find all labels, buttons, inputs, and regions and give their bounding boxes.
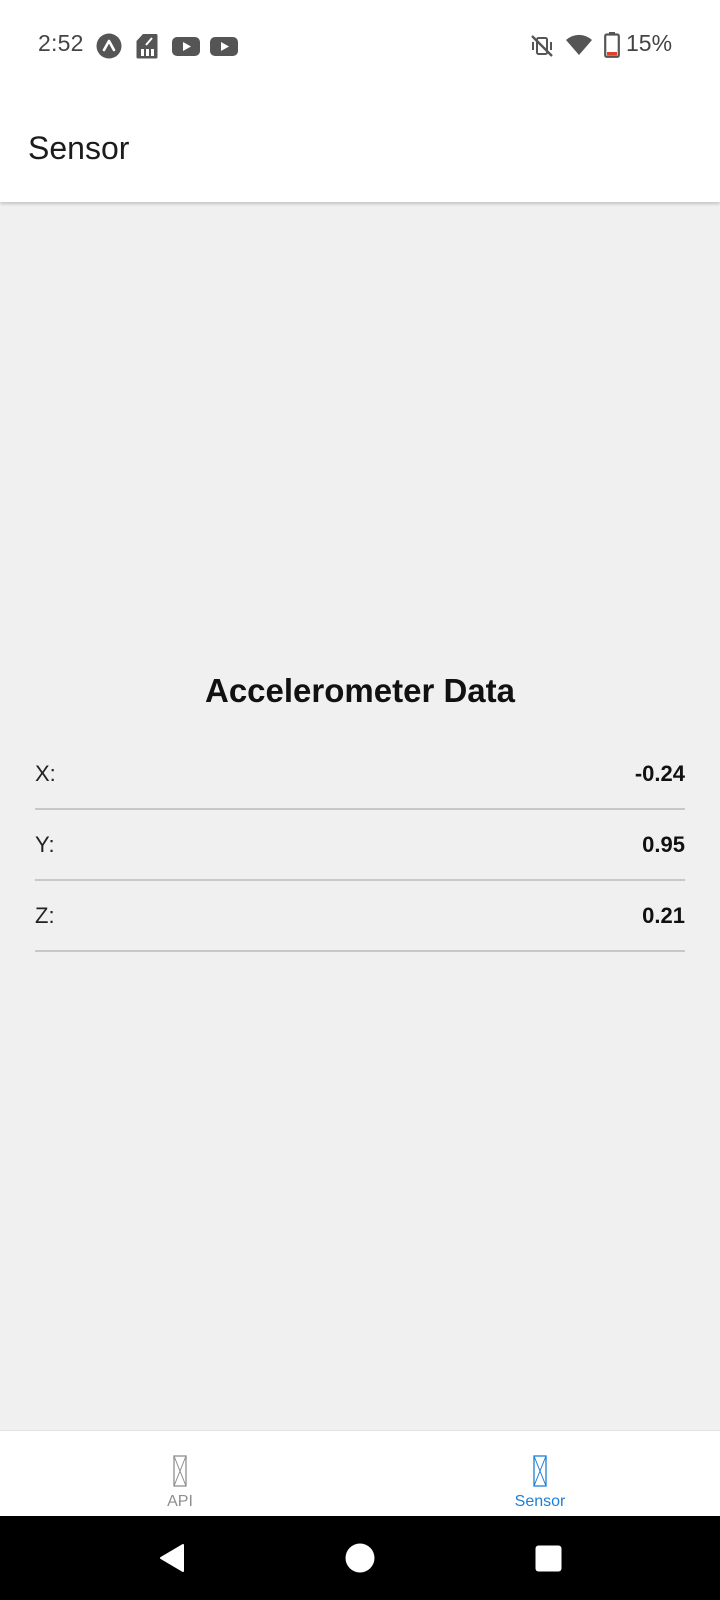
bottom-tab-bar: API Sensor <box>0 1430 720 1516</box>
tab-label-sensor: Sensor <box>514 1493 566 1510</box>
tab-api[interactable]: API <box>0 1431 360 1517</box>
row-value: -0.24 <box>634 761 685 786</box>
battery-low-icon <box>604 32 620 58</box>
sd-card-icon <box>136 34 158 59</box>
home-icon <box>345 1543 375 1573</box>
status-bar: 2:52 15% <box>0 0 720 90</box>
missing-glyph-icon <box>533 1455 547 1487</box>
accelerometer-title: Accelerometer Data <box>205 672 515 709</box>
back-button[interactable] <box>122 1516 222 1600</box>
battery-percentage: 15% <box>626 30 673 56</box>
home-button[interactable] <box>310 1516 410 1600</box>
missing-glyph-icon <box>173 1455 187 1487</box>
recents-icon <box>535 1545 562 1572</box>
data-row-x: X: -0.24 <box>35 739 685 810</box>
data-row-z: Z: 0.21 <box>35 881 685 952</box>
data-row-y: Y: 0.95 <box>35 810 685 881</box>
back-icon <box>160 1544 184 1572</box>
mute-vibrate-off-icon <box>531 35 553 57</box>
main-content: Accelerometer Data X: -0.24 Y: 0.95 Z: 0… <box>0 202 720 1430</box>
expo-icon <box>96 33 122 59</box>
wifi-icon <box>566 34 592 55</box>
row-label: X: <box>35 761 56 786</box>
tab-label-api: API <box>167 1493 193 1510</box>
system-nav-bar <box>0 1516 720 1600</box>
tab-sensor[interactable]: Sensor <box>360 1431 720 1517</box>
app-header: Sensor <box>0 90 720 202</box>
status-time: 2:52 <box>38 30 84 56</box>
page-title: Sensor <box>28 130 130 166</box>
youtube-icon <box>210 37 238 56</box>
row-label: Y: <box>35 832 55 857</box>
recents-button[interactable] <box>498 1516 598 1600</box>
youtube-icon <box>172 37 200 56</box>
row-value: 0.21 <box>642 903 685 928</box>
row-label: Z: <box>35 903 55 928</box>
row-value: 0.95 <box>642 832 685 857</box>
